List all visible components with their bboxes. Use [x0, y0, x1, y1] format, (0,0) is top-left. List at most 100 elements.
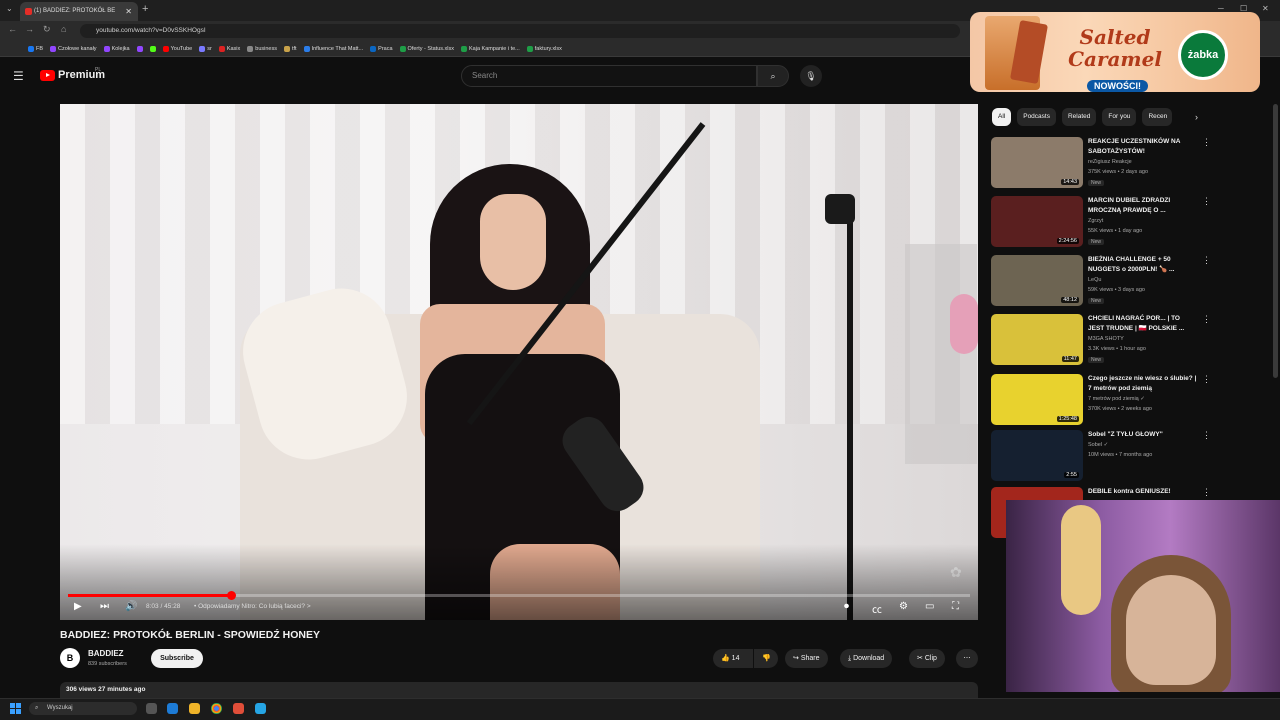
- close-window-icon[interactable]: ✕: [1262, 4, 1269, 13]
- more-options-icon[interactable]: ⋮: [1202, 255, 1211, 266]
- subscribe-button[interactable]: Subscribe: [151, 649, 203, 668]
- more-options-icon[interactable]: ⋮: [1202, 430, 1211, 441]
- chrome-icon[interactable]: [211, 703, 222, 714]
- progress-bar[interactable]: [68, 591, 970, 600]
- recommended-video[interactable]: 2:24:56 MARCIN DUBIEL ZDRADZI MROCZNĄ PRA…: [991, 196, 1211, 248]
- channel-avatar[interactable]: B: [60, 648, 80, 668]
- recommended-video-title[interactable]: BIEŻNIA CHALLENGE + 50 NUGGETS o 2000PLN…: [1088, 255, 1198, 275]
- bookmark-item[interactable]: business: [247, 45, 277, 52]
- bookmark-item[interactable]: faktury.xlsx: [526, 45, 562, 52]
- file-explorer-icon[interactable]: [189, 703, 200, 714]
- recommended-video[interactable]: 1:25:48 Czego jeszcze nie wiesz o ślubie?…: [991, 374, 1211, 426]
- video-thumbnail[interactable]: 2:24:56: [991, 196, 1083, 247]
- bookmark-item[interactable]: tft: [284, 45, 297, 52]
- volume-icon[interactable]: 🔊: [125, 601, 137, 612]
- more-options-icon[interactable]: ⋮: [1202, 374, 1211, 385]
- video-thumbnail[interactable]: 1:25:48: [991, 374, 1083, 425]
- fullscreen-icon[interactable]: ⛶: [952, 601, 959, 612]
- download-button[interactable]: ⤓ Download: [840, 649, 893, 668]
- bookmark-item[interactable]: Praca: [370, 45, 393, 52]
- video-player[interactable]: ✿ ▶ ⏭ 🔊 8:03 / 45:28 • Odpowiadamy Nitro…: [60, 104, 978, 620]
- recommended-video[interactable]: 2:55 Sobel "Z TYŁU GŁOWY" Sobel ✓ 10M views…: [991, 430, 1211, 482]
- zabka-advertisement[interactable]: Salted Caramel NOWOŚCI! żabka: [970, 12, 1260, 92]
- bookmark-item[interactable]: FB: [28, 45, 43, 52]
- voice-search-button[interactable]: 🎙: [800, 65, 822, 87]
- new-tab-icon[interactable]: +: [142, 3, 148, 15]
- next-video-icon[interactable]: ⏭: [100, 601, 109, 612]
- clip-button[interactable]: ✂ Clip: [909, 649, 945, 668]
- bookmark-item[interactable]: Kaja Kampanie i te...: [461, 45, 520, 52]
- description-box[interactable]: 306 views 27 minutes ago: [60, 682, 978, 698]
- video-thumbnail[interactable]: 2:55: [991, 430, 1083, 481]
- recommended-video-title[interactable]: REAKCJE UCZESTNIKÓW NA SABOTAŻYSTÓW!: [1088, 137, 1198, 157]
- settings-gear-icon[interactable]: ⚙: [899, 601, 908, 612]
- url-field[interactable]: youtube.com/watch?v=D0vSSKHOgsI: [80, 24, 960, 38]
- recommended-channel[interactable]: 7 metrów pod ziemią ✓: [1088, 396, 1145, 402]
- recommended-channel[interactable]: reZigiusz Reakcje: [1088, 159, 1132, 165]
- like-button[interactable]: 👍 14: [713, 649, 753, 668]
- recommended-video-title[interactable]: Sobel "Z TYŁU GŁOWY": [1088, 430, 1198, 440]
- chevron-right-icon[interactable]: ›: [1195, 112, 1198, 122]
- video-thumbnail[interactable]: 48:12: [991, 255, 1083, 306]
- share-button[interactable]: ↪ Share: [785, 649, 828, 668]
- reload-icon[interactable]: ↻: [43, 24, 51, 35]
- chip-for-you[interactable]: For you: [1102, 108, 1137, 126]
- recommended-channel[interactable]: Sobel ✓: [1088, 442, 1108, 448]
- youtube-icon: [162, 45, 169, 52]
- forward-icon[interactable]: →: [25, 24, 34, 34]
- recommended-channel[interactable]: M3GA SHOTY: [1088, 336, 1124, 342]
- theater-mode-icon[interactable]: ▭: [925, 601, 934, 612]
- bookmark-item[interactable]: Czołowe kanały: [50, 45, 97, 52]
- chapter-title[interactable]: • Odpowiadamy Nitro: Co lubią faceci? >: [194, 603, 311, 610]
- recommended-video-title[interactable]: Czego jeszcze nie wiesz o ślubie? | 7 me…: [1088, 374, 1198, 394]
- recommended-video-title[interactable]: CHCIELI NAGRAĆ POR... | TO JEST TRUDNE |…: [1088, 314, 1198, 334]
- recommended-video[interactable]: 11:47 CHCIELI NAGRAĆ POR... | TO JEST TRU…: [991, 314, 1211, 366]
- more-actions-button[interactable]: ⋯: [956, 649, 978, 668]
- play-icon[interactable]: ▶: [74, 601, 82, 612]
- bookmark-item[interactable]: Kolejka: [103, 45, 130, 52]
- recommended-video-title[interactable]: DEBILE kontra GENIUSZE!: [1088, 487, 1198, 497]
- bookmark-item[interactable]: YouTube: [162, 45, 192, 52]
- video-thumbnail[interactable]: 11:47: [991, 314, 1083, 365]
- chip-all[interactable]: All: [992, 108, 1012, 126]
- channel-name[interactable]: BADDIEZ: [88, 649, 124, 658]
- chip-related[interactable]: Related: [1061, 108, 1097, 126]
- home-icon[interactable]: ⌂: [61, 24, 66, 34]
- chip-recent[interactable]: Recen: [1142, 108, 1173, 126]
- recommended-video[interactable]: 48:12 BIEŻNIA CHALLENGE + 50 NUGGETS o 20…: [991, 255, 1211, 307]
- more-icon: ⋯: [963, 655, 971, 662]
- video-thumbnail[interactable]: 14:43: [991, 137, 1083, 188]
- dislike-button[interactable]: 👎: [754, 649, 778, 668]
- page-scrollbar[interactable]: [1273, 104, 1278, 378]
- app-icon[interactable]: [233, 703, 244, 714]
- taskbar-search-input[interactable]: ⌕ Wyszukaj: [29, 702, 137, 715]
- browser-tab[interactable]: (1) BADDIEZ: PROTOKÓŁ BE ✕: [20, 2, 138, 21]
- menu-icon[interactable]: ☰: [13, 69, 24, 83]
- recommended-channel[interactable]: LeQu: [1088, 277, 1101, 283]
- chip-podcasts[interactable]: Podcasts: [1017, 108, 1056, 126]
- subtitles-icon[interactable]: ㏄: [872, 601, 882, 616]
- more-options-icon[interactable]: ⋮: [1202, 137, 1211, 148]
- recommended-channel[interactable]: Zgrzyt: [1088, 218, 1103, 224]
- more-options-icon[interactable]: ⋮: [1202, 196, 1211, 207]
- tab-menu-icon[interactable]: ⌄: [6, 4, 13, 13]
- bookmark-item[interactable]: Influence That Matt...: [303, 45, 363, 52]
- windows-start-icon[interactable]: [10, 703, 21, 714]
- task-view-icon[interactable]: [146, 703, 157, 714]
- autoplay-toggle[interactable]: ⏺: [844, 601, 849, 612]
- recommended-video[interactable]: 14:43 REAKCJE UCZESTNIKÓW NA SABOTAŻYSTÓW…: [991, 137, 1211, 189]
- bookmark-item[interactable]: sr: [199, 45, 212, 52]
- store-icon[interactable]: [167, 703, 178, 714]
- more-options-icon[interactable]: ⋮: [1202, 487, 1211, 498]
- bookmark-item[interactable]: Oferty - Status.xlsx: [399, 45, 454, 52]
- bookmark-item[interactable]: [136, 45, 143, 52]
- more-options-icon[interactable]: ⋮: [1202, 314, 1211, 325]
- recommended-video-title[interactable]: MARCIN DUBIEL ZDRADZI MROCZNĄ PRAWDĘ O .…: [1088, 196, 1198, 216]
- telegram-icon[interactable]: [255, 703, 266, 714]
- close-tab-icon[interactable]: ✕: [125, 2, 132, 21]
- back-icon[interactable]: ←: [8, 24, 17, 34]
- bookmark-item[interactable]: [149, 45, 156, 52]
- search-button[interactable]: ⌕: [757, 65, 789, 87]
- search-input[interactable]: Search: [461, 65, 757, 87]
- bookmark-item[interactable]: Kasix: [218, 45, 240, 52]
